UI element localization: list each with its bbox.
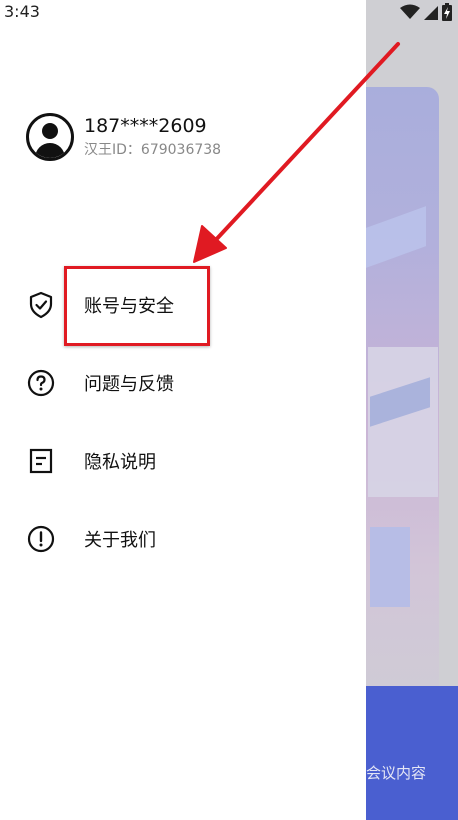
avatar[interactable] bbox=[26, 113, 74, 161]
wifi-icon bbox=[400, 4, 420, 19]
banner-illustration-shape bbox=[370, 527, 410, 607]
avatar-body-shape bbox=[35, 143, 65, 158]
background-app[interactable]: 会议内容 bbox=[366, 0, 458, 820]
document-icon bbox=[26, 446, 56, 476]
menu-item-label: 问题与反馈 bbox=[84, 374, 174, 395]
menu-item-privacy[interactable]: 隐私说明 bbox=[26, 441, 326, 481]
banner-illustration-shape bbox=[366, 206, 426, 268]
signal-icon bbox=[424, 6, 438, 20]
status-time: 3:43 bbox=[4, 2, 40, 21]
menu-item-feedback[interactable]: 问题与反馈 bbox=[26, 363, 326, 403]
profile-text: 187****2609 汉王ID：679036738 bbox=[84, 114, 221, 160]
status-bar: 3:43 bbox=[0, 0, 458, 26]
menu-item-label: 关于我们 bbox=[84, 530, 156, 551]
avatar-head-shape bbox=[42, 123, 58, 139]
background-bottom-text: 会议内容 bbox=[366, 764, 427, 782]
user-id: 汉王ID：679036738 bbox=[84, 142, 222, 158]
navigation-drawer: 187****2609 汉王ID：679036738 账号与安全 问题与反馈 隐… bbox=[0, 0, 366, 820]
user-phone: 187****2609 bbox=[84, 115, 207, 137]
info-exclamation-icon bbox=[26, 524, 56, 554]
battery-icon bbox=[442, 3, 452, 21]
background-banner bbox=[366, 87, 439, 687]
menu-item-label: 隐私说明 bbox=[84, 452, 156, 473]
menu-item-about[interactable]: 关于我们 bbox=[26, 519, 326, 559]
background-bottom-bar bbox=[366, 686, 458, 820]
question-icon bbox=[26, 368, 56, 398]
user-profile[interactable]: 187****2609 汉王ID：679036738 bbox=[26, 113, 221, 161]
annotation-highlight-box bbox=[64, 266, 210, 346]
shield-check-icon bbox=[26, 290, 56, 320]
status-icons bbox=[400, 3, 452, 21]
